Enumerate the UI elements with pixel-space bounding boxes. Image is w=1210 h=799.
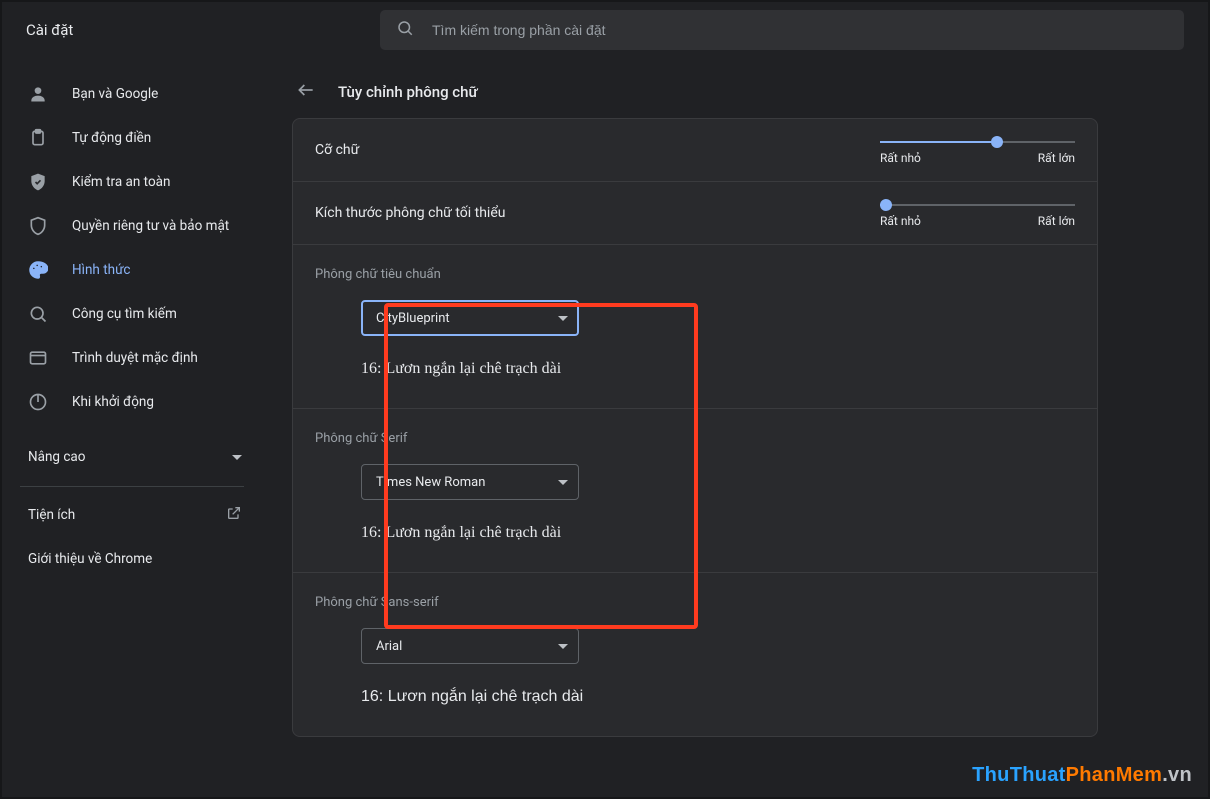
sidebar-item-label: Quyền riêng tư và bảo mật — [72, 218, 229, 234]
font-settings-card: Cỡ chữ Rất nhỏ Rất lớn Kích thước phông … — [292, 118, 1098, 737]
dropdown-icon — [558, 480, 568, 485]
row-min-font-size: Kích thước phông chữ tối thiểu Rất nhỏ R… — [293, 182, 1097, 245]
shield-check-icon — [28, 172, 48, 192]
sidebar-item-label: Công cụ tìm kiếm — [72, 306, 177, 322]
sidebar-item-label: Bạn và Google — [72, 86, 158, 102]
standard-font-label: Phông chữ tiêu chuẩn — [315, 267, 1075, 282]
back-button[interactable] — [296, 80, 316, 104]
sidebar-item-label: Kiểm tra an toàn — [72, 174, 170, 190]
app-title: Cài đặt — [2, 21, 380, 39]
page-title: Tùy chỉnh phông chữ — [338, 83, 478, 101]
sidebar-advanced-toggle[interactable]: Nâng cao — [2, 434, 262, 480]
sidebar-item-privacy-security[interactable]: Quyền riêng tư và bảo mật — [2, 206, 262, 246]
sans-font-select[interactable]: Arial — [361, 628, 579, 664]
extensions-label: Tiện ích — [28, 507, 75, 523]
sidebar-item-default-browser[interactable]: Trình duyệt mặc định — [2, 338, 262, 378]
min-font-size-label: Kích thước phông chữ tối thiểu — [315, 205, 505, 221]
settings-search[interactable] — [380, 10, 1184, 50]
sidebar-item-label: Trình duyệt mặc định — [72, 350, 198, 366]
content-area: Tùy chỉnh phông chữ Cỡ chữ Rất nhỏ Rất l… — [262, 58, 1208, 797]
browser-icon — [28, 348, 48, 368]
standard-font-select[interactable]: CityBlueprint — [361, 300, 579, 336]
standard-font-sample: 16: Lươn ngắn lại chê trạch dài — [361, 360, 1075, 378]
person-icon — [28, 84, 48, 104]
section-standard-font: Phông chữ tiêu chuẩn CityBlueprint 16: L… — [293, 245, 1097, 409]
sidebar: Bạn và Google Tự động điền Kiểm tra an t… — [2, 58, 262, 797]
clipboard-icon — [28, 128, 48, 148]
section-serif-font: Phông chữ Serif Times New Roman 16: Lươn… — [293, 409, 1097, 573]
advanced-label: Nâng cao — [28, 449, 85, 465]
power-icon — [28, 392, 48, 412]
select-value: Arial — [376, 639, 402, 654]
slider-max-label: Rất lớn — [1038, 214, 1075, 228]
sidebar-link-about[interactable]: Giới thiệu về Chrome — [2, 537, 262, 581]
select-value: Times New Roman — [376, 475, 485, 490]
slider-max-label: Rất lớn — [1038, 151, 1075, 165]
sidebar-item-you-and-google[interactable]: Bạn và Google — [2, 74, 262, 114]
slider-min-label: Rất nhỏ — [880, 214, 921, 228]
open-in-new-icon — [226, 505, 242, 525]
sidebar-item-label: Hình thức — [72, 262, 130, 278]
min-font-size-slider[interactable] — [880, 204, 1075, 206]
about-label: Giới thiệu về Chrome — [28, 551, 152, 567]
font-size-label: Cỡ chữ — [315, 142, 359, 158]
sidebar-item-appearance[interactable]: Hình thức — [2, 250, 262, 290]
search-input[interactable] — [432, 22, 1168, 38]
search-icon — [28, 304, 48, 324]
divider — [20, 486, 244, 487]
serif-font-sample: 16: Lươn ngắn lại chê trạch dài — [361, 524, 1075, 542]
section-sans-font: Phông chữ Sans-serif Arial 16: Lươn ngắn… — [293, 573, 1097, 736]
slider-min-label: Rất nhỏ — [880, 151, 921, 165]
watermark: ThuThuatPhanMem.vn — [972, 764, 1192, 787]
dropdown-icon — [558, 316, 568, 321]
sidebar-item-search-engine[interactable]: Công cụ tìm kiếm — [2, 294, 262, 334]
sans-font-label: Phông chữ Sans-serif — [315, 595, 1075, 610]
sidebar-item-safety-check[interactable]: Kiểm tra an toàn — [2, 162, 262, 202]
sidebar-item-autofill[interactable]: Tự động điền — [2, 118, 262, 158]
serif-font-select[interactable]: Times New Roman — [361, 464, 579, 500]
sidebar-item-on-startup[interactable]: Khi khởi động — [2, 382, 262, 422]
chevron-down-icon — [232, 455, 242, 460]
sidebar-item-label: Khi khởi động — [72, 394, 154, 410]
search-icon — [396, 19, 414, 41]
sidebar-item-label: Tự động điền — [72, 130, 151, 146]
dropdown-icon — [558, 644, 568, 649]
shield-icon — [28, 216, 48, 236]
row-font-size: Cỡ chữ Rất nhỏ Rất lớn — [293, 119, 1097, 182]
sidebar-link-extensions[interactable]: Tiện ích — [2, 493, 262, 537]
font-size-slider[interactable] — [880, 141, 1075, 143]
palette-icon — [28, 260, 48, 280]
sans-font-sample: 16: Lươn ngắn lại chê trạch dài — [361, 688, 1075, 706]
select-value: CityBlueprint — [376, 311, 450, 326]
serif-font-label: Phông chữ Serif — [315, 431, 1075, 446]
